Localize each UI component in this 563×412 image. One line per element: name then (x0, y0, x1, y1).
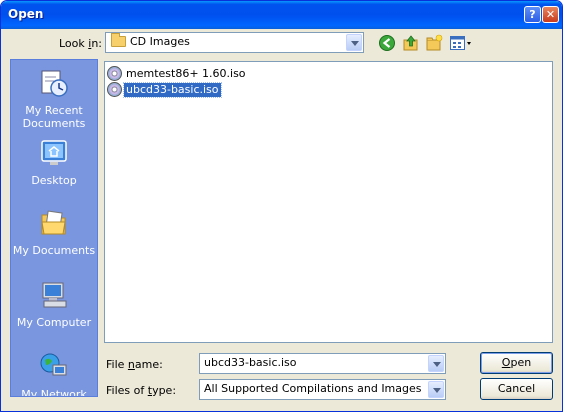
file-list[interactable]: memtest86+ 1.60.iso ubcd33-basic.iso (104, 61, 553, 343)
place-desktop[interactable]: Desktop (11, 138, 97, 202)
places-bar: My Recent Documents Desktop My Documents… (10, 59, 98, 397)
place-label: My Documents (12, 244, 96, 257)
file-name-text: ubcd33-basic.iso (123, 82, 222, 98)
look-in-value: CD Images (130, 35, 190, 48)
back-icon[interactable] (378, 34, 396, 52)
my-documents-icon (39, 208, 69, 238)
new-folder-icon[interactable] (425, 34, 443, 52)
place-label: My Computer (16, 316, 92, 329)
folder-icon (111, 33, 126, 47)
file-type-dropdown[interactable]: All Supported Compilations and Images (199, 379, 446, 400)
chevron-down-icon[interactable] (428, 355, 444, 372)
up-folder-icon[interactable] (402, 34, 420, 52)
disc-image-icon (107, 66, 122, 81)
open-dialog: Open ? ✕ Look in: CD Images My Recent Do… (0, 0, 563, 412)
disc-image-icon (107, 82, 122, 97)
chevron-down-icon[interactable] (346, 34, 362, 51)
window-title: Open (8, 7, 44, 21)
look-in-label: Look in: (59, 37, 103, 50)
view-menu-icon[interactable] (449, 34, 473, 52)
place-label: My Recent Documents (22, 104, 86, 130)
place-my-computer[interactable]: My Computer (11, 280, 97, 344)
file-name-text: memtest86+ 1.60.iso (126, 67, 246, 80)
place-label: My Network (21, 388, 87, 397)
place-recent-documents[interactable]: My Recent Documents (11, 68, 97, 132)
title-bar[interactable]: Open ? ✕ (1, 1, 562, 29)
place-label: Desktop (31, 174, 77, 187)
file-type-value: All Supported Compilations and Images (204, 382, 422, 395)
look-in-dropdown[interactable]: CD Images (105, 32, 364, 53)
close-button[interactable]: ✕ (542, 6, 559, 23)
help-button[interactable]: ? (524, 6, 541, 23)
my-network-icon (39, 352, 69, 382)
open-button[interactable]: Open (480, 352, 553, 374)
file-name-value: ubcd33-basic.iso (204, 356, 297, 369)
file-name-field[interactable]: ubcd33-basic.iso (199, 353, 446, 374)
chevron-down-icon[interactable] (428, 381, 444, 398)
cancel-button[interactable]: Cancel (480, 378, 553, 400)
place-my-documents[interactable]: My Documents (11, 208, 97, 272)
file-type-label: Files of type: (106, 384, 177, 397)
desktop-icon (39, 138, 69, 168)
recent-documents-icon (39, 68, 69, 98)
my-computer-icon (39, 280, 69, 310)
place-my-network[interactable]: My Network (11, 352, 97, 397)
file-name-label: File name: (106, 358, 163, 371)
